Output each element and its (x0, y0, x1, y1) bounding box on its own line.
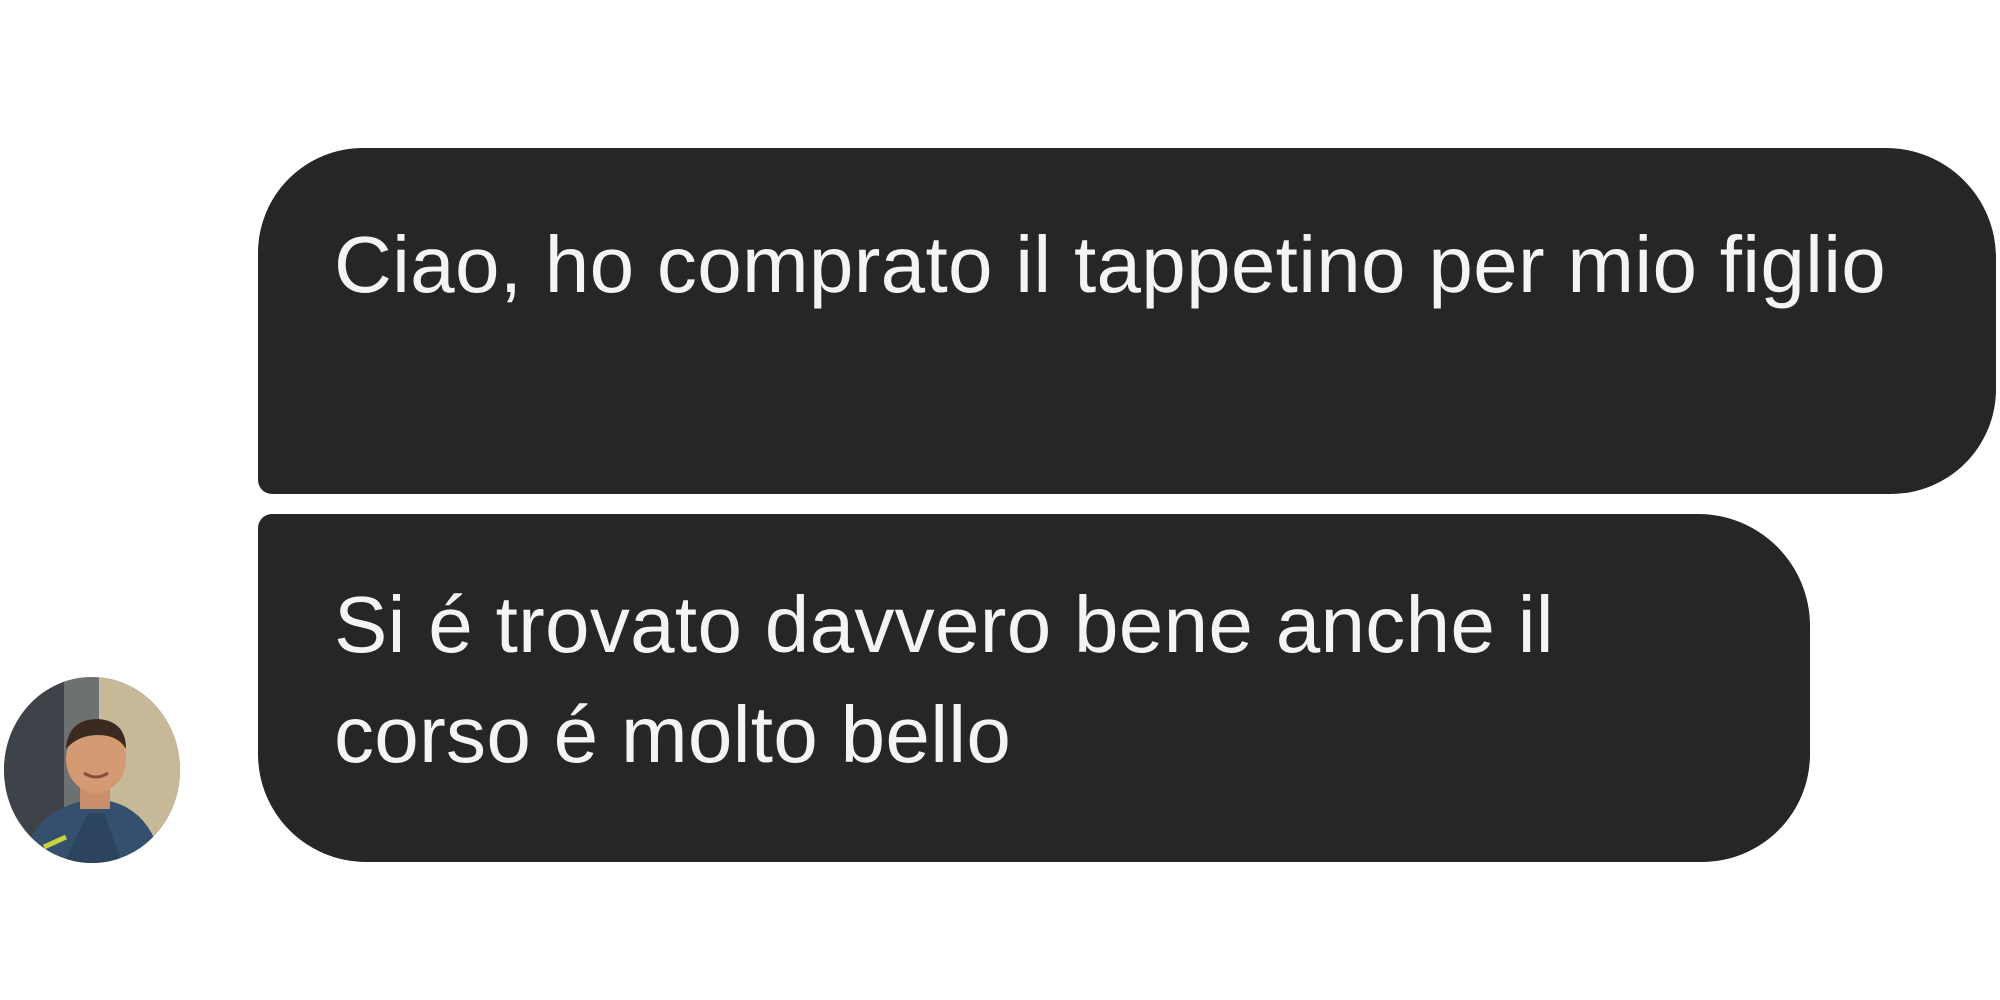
user-photo-avatar-icon (4, 677, 180, 863)
sender-avatar[interactable] (4, 677, 180, 863)
message-text: Ciao, ho comprato il tappetino per mio f… (334, 220, 1887, 309)
message-bubble[interactable]: Si é trovato davvero bene anche il corso… (258, 514, 1810, 862)
message-bubble[interactable]: Ciao, ho comprato il tappetino per mio f… (258, 148, 1996, 494)
message-text: Si é trovato davvero bene anche il corso… (334, 580, 1554, 779)
message-thread: Ciao, ho comprato il tappetino per mio f… (0, 0, 2000, 1000)
